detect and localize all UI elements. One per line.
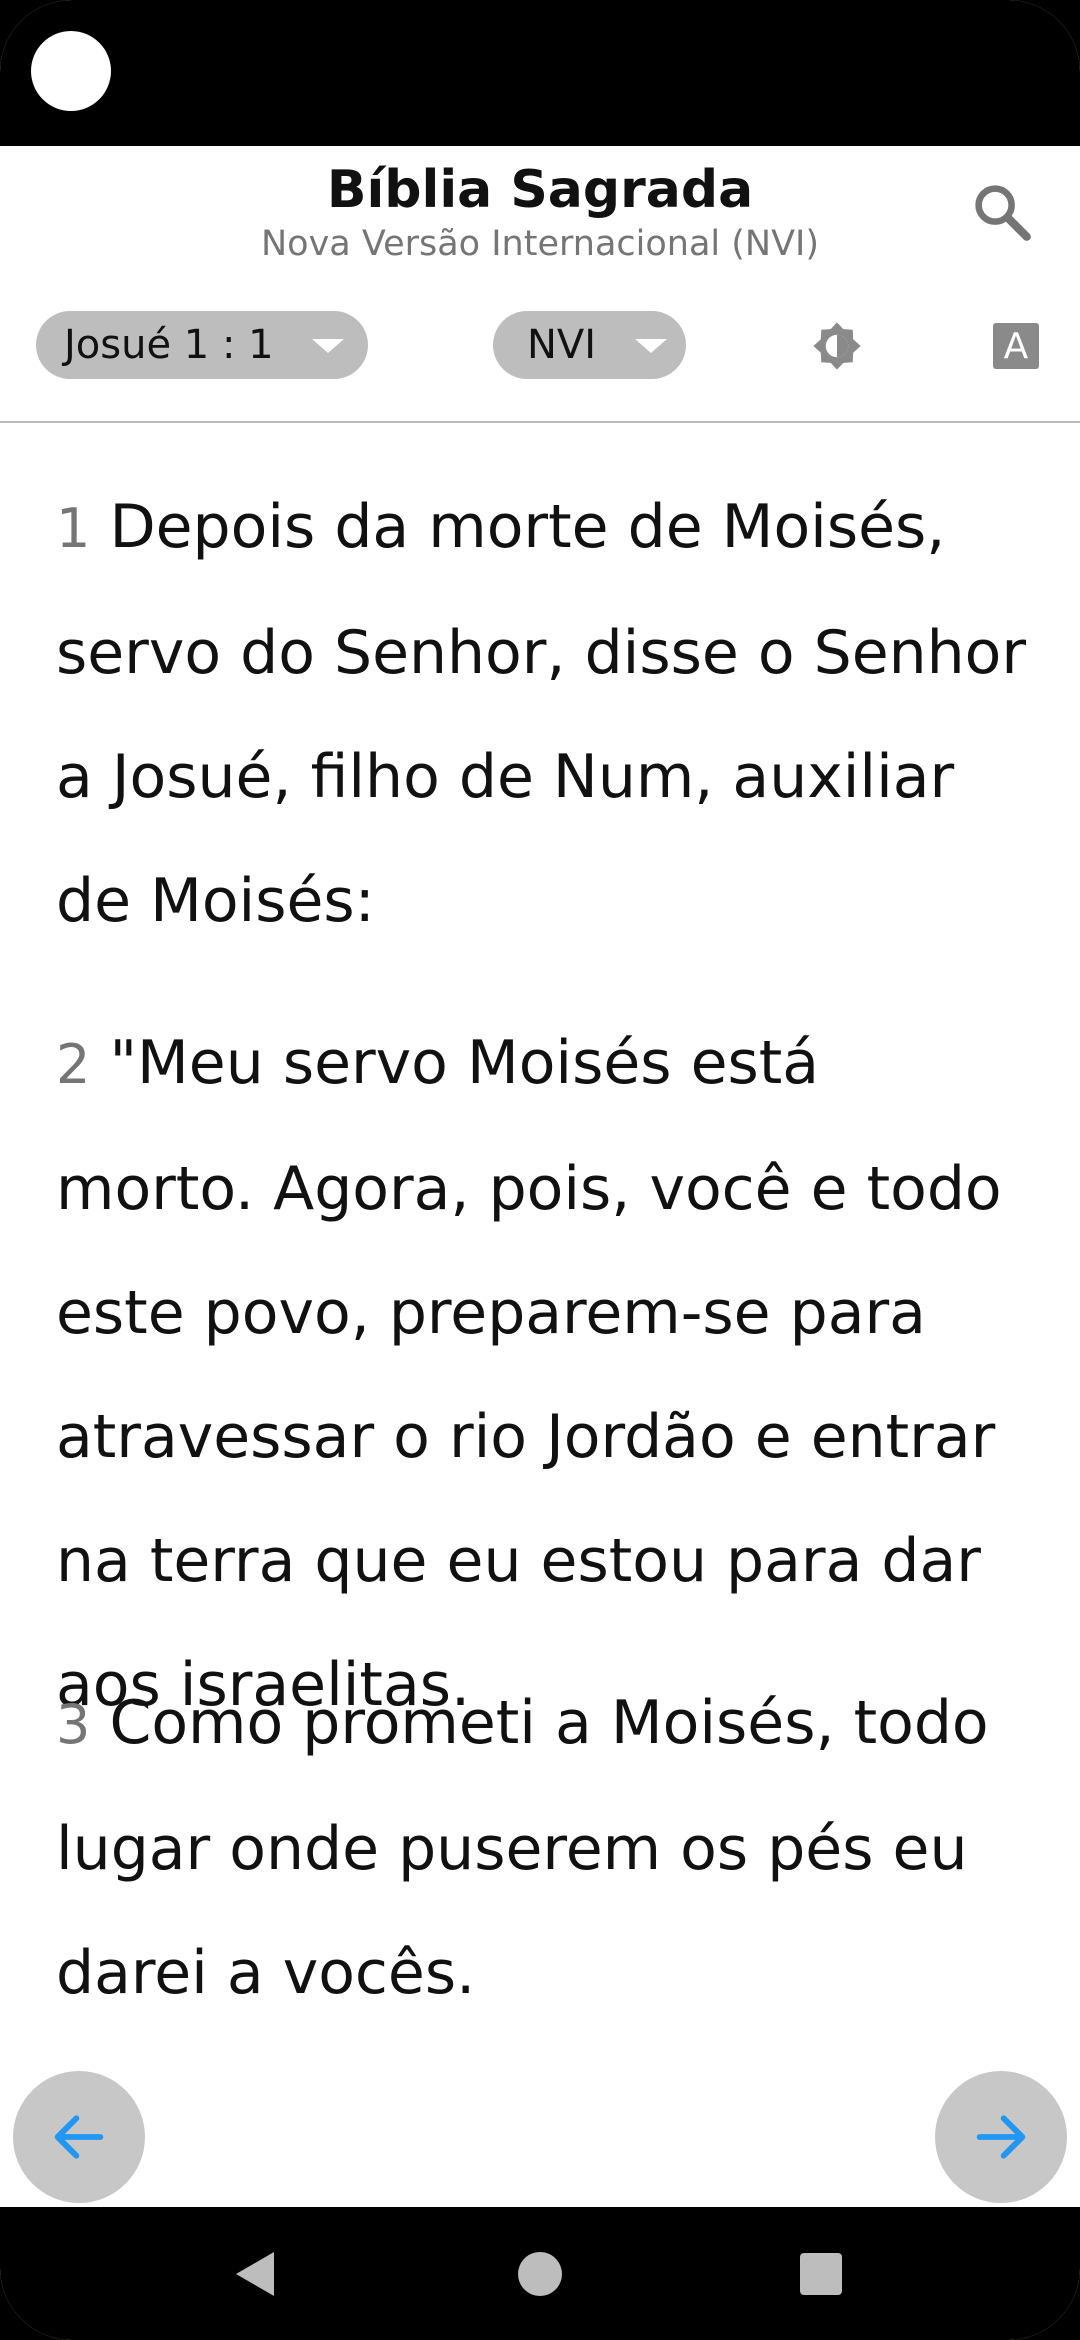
chevron-down-icon	[312, 339, 344, 353]
verse-number: 1	[56, 497, 91, 560]
version-label: NVI	[527, 322, 597, 368]
app-screen: Bíblia Sagrada Nova Versão Internacional…	[0, 0, 1080, 2340]
verse: 2 "Meu servo Moisés está morto. Agora, p…	[56, 1001, 1036, 1747]
chevron-down-icon	[635, 339, 667, 353]
brightness-icon	[813, 322, 861, 370]
verse-number: 2	[56, 1033, 91, 1096]
book-chapter-label: Josué 1 : 1	[64, 322, 274, 368]
font-size-button[interactable]: A	[993, 323, 1039, 369]
arrow-left-icon	[54, 2115, 104, 2159]
search-icon	[975, 185, 1031, 241]
recent-apps-icon[interactable]	[800, 2253, 842, 2295]
app-header: Bíblia Sagrada Nova Versão Internacional…	[0, 146, 1080, 423]
status-bar	[0, 0, 1080, 146]
verse-text: "Meu servo Moisés está morto. Agora, poi…	[56, 1028, 1002, 1720]
verse-text: Como prometi a Moisés, todo lugar onde p…	[56, 1688, 989, 2008]
verse: 3 Como prometi a Moisés, todo lugar onde…	[56, 1661, 1036, 2035]
app-subtitle: Nova Versão Internacional (NVI)	[260, 224, 820, 264]
theme-toggle-button[interactable]	[810, 319, 864, 373]
back-icon[interactable]	[236, 2252, 274, 2296]
verse-text: Depois da morte de Moisés, servo do Senh…	[56, 492, 1027, 936]
system-navigation-bar	[0, 2207, 1080, 2340]
next-chapter-button[interactable]	[935, 2071, 1067, 2203]
search-button[interactable]	[962, 172, 1042, 252]
arrow-right-icon	[976, 2115, 1026, 2159]
reader-toolbar: Josué 1 : 1 NVI A	[0, 311, 1080, 381]
font-size-icon: A	[1003, 325, 1029, 367]
app-title: Bíblia Sagrada	[326, 160, 754, 220]
verse-number: 3	[56, 1693, 91, 1756]
verse: 1 Depois da morte de Moisés, servo do Se…	[56, 465, 1036, 963]
book-chapter-selector[interactable]: Josué 1 : 1	[36, 311, 368, 379]
previous-chapter-button[interactable]	[13, 2071, 145, 2203]
version-selector[interactable]: NVI	[493, 311, 686, 379]
camera-cutout	[31, 31, 111, 111]
home-icon[interactable]	[518, 2252, 562, 2296]
scripture-content[interactable]: 1 Depois da morte de Moisés, servo do Se…	[0, 423, 1080, 2207]
